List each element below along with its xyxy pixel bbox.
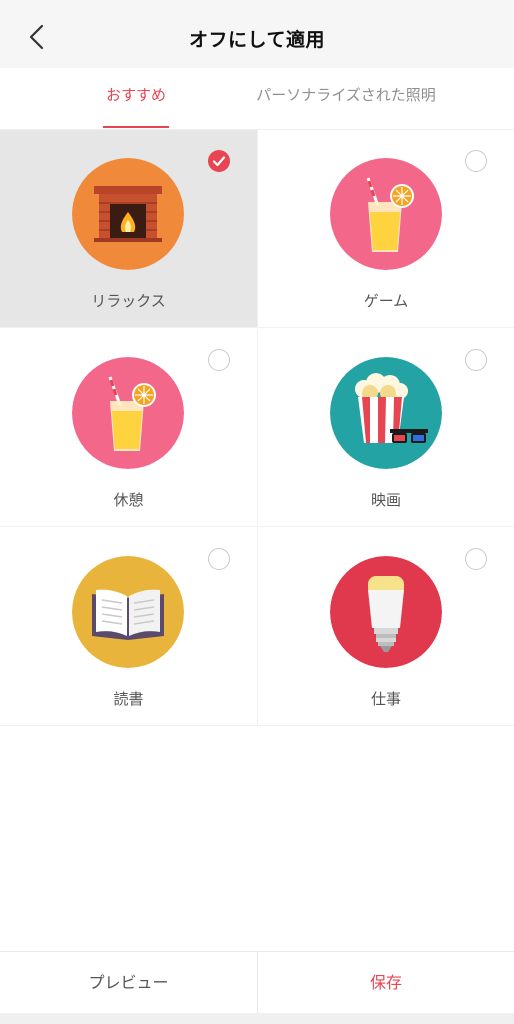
header-bar: オフにして適用	[0, 0, 514, 68]
juice-icon	[330, 158, 442, 270]
scene-card-movie[interactable]: 映画	[257, 329, 514, 527]
scene-card-relax[interactable]: リラックス	[0, 130, 257, 328]
select-radio-icon[interactable]	[208, 548, 230, 570]
scene-card-reading[interactable]: 読書	[0, 528, 257, 726]
selected-check-icon[interactable]	[208, 150, 230, 172]
scene-card-work[interactable]: 仕事	[257, 528, 514, 726]
open-book-icon	[72, 556, 184, 668]
preview-button[interactable]: プレビュー	[0, 952, 257, 1014]
select-radio-icon[interactable]	[208, 349, 230, 371]
scene-label: 映画	[370, 491, 401, 509]
popcorn-3d-glasses-icon	[330, 357, 442, 469]
page-title: オフにして適用	[189, 29, 325, 51]
select-radio-icon[interactable]	[465, 150, 487, 172]
fireplace-icon	[72, 158, 184, 270]
scene-label: 仕事	[370, 690, 401, 708]
select-radio-icon[interactable]	[465, 349, 487, 371]
scene-card-break[interactable]: 休憩	[0, 329, 257, 527]
system-bottom-strip	[0, 1013, 514, 1024]
scene-card-game[interactable]: ゲーム	[257, 130, 514, 328]
scene-label: ゲーム	[363, 292, 409, 310]
scene-label: 読書	[113, 690, 144, 708]
save-button[interactable]: 保存	[257, 952, 514, 1014]
tab-bar: おすすめ パーソナライズされた照明	[0, 68, 514, 130]
juice-icon	[72, 357, 184, 469]
tab-personalized-lighting[interactable]: パーソナライズされた照明	[244, 68, 448, 130]
smart-bulb-icon	[330, 556, 442, 668]
select-radio-icon[interactable]	[465, 548, 487, 570]
tab-recommended[interactable]: おすすめ	[103, 68, 169, 130]
scene-label: 休憩	[113, 491, 144, 509]
scene-grid: リラックス ゲーム 休憩 映画 読書 仕事	[0, 130, 514, 726]
scene-label: リラックス	[91, 292, 166, 310]
bottom-action-bar: プレビュー 保存	[0, 951, 514, 1014]
